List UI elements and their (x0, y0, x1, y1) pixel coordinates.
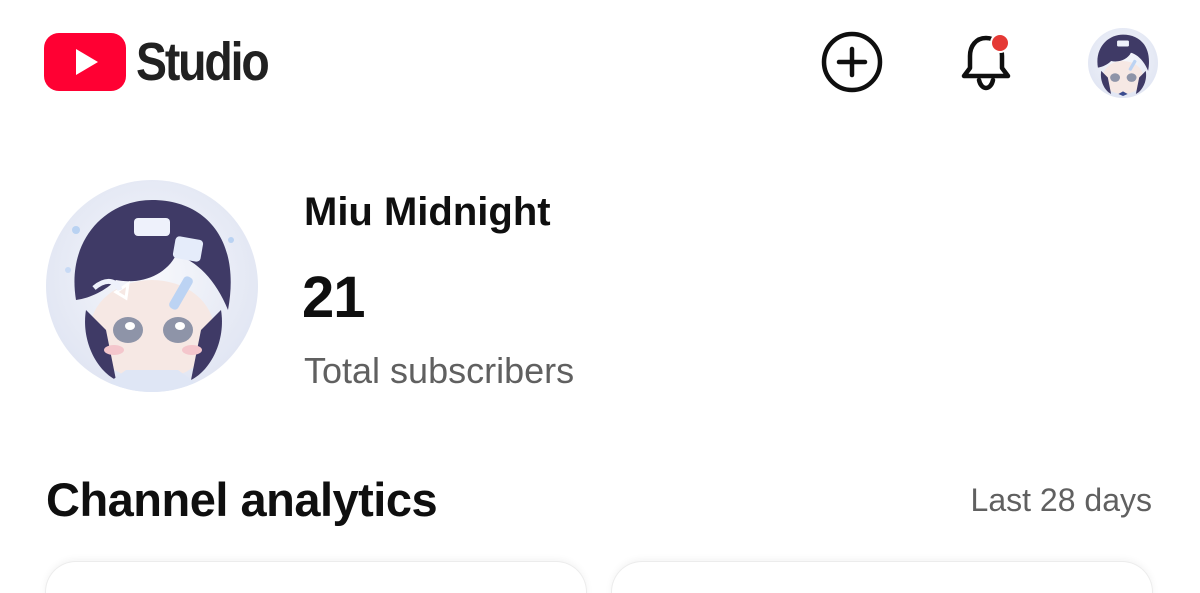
youtube-play-icon (44, 33, 126, 91)
subscriber-count: 21 (302, 265, 366, 330)
date-range-label[interactable]: Last 28 days (971, 482, 1152, 519)
channel-analytics-title: Channel analytics (46, 473, 438, 526)
channel-avatar[interactable] (46, 180, 258, 392)
top-app-bar: Studio (0, 0, 1200, 130)
account-avatar-button[interactable] (1088, 28, 1158, 98)
analytics-card-views[interactable] (46, 562, 586, 593)
youtube-studio-logo[interactable]: Studio (44, 30, 289, 94)
create-button[interactable] (820, 30, 884, 94)
subscriber-label: Total subscribers (304, 350, 575, 391)
add-circle-icon (821, 31, 883, 93)
channel-avatar-image (46, 180, 258, 392)
notifications-button[interactable] (954, 30, 1018, 94)
logo-text: Studio (136, 32, 270, 92)
analytics-card-watch-time[interactable] (612, 562, 1152, 593)
bell-icon (961, 33, 1011, 91)
studio-app: Studio Miu Midnight 21 Total subscribers… (0, 0, 1200, 593)
account-avatar-image (1088, 28, 1158, 98)
channel-name: Miu Midnight (304, 190, 551, 234)
